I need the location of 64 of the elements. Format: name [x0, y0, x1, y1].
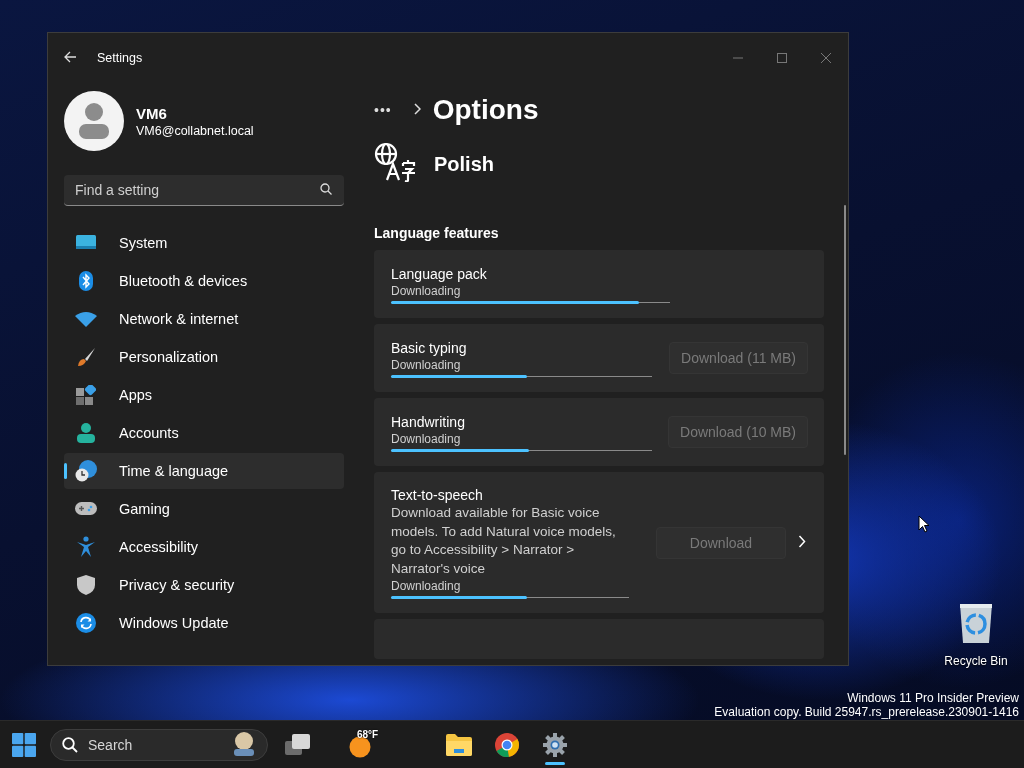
selection-indicator: [64, 463, 67, 479]
nav-item[interactable]: Accessibility: [64, 529, 344, 565]
nav-item[interactable]: System: [64, 225, 344, 261]
status-text: Downloading: [391, 282, 462, 299]
status-text: Downloading: [391, 430, 462, 447]
close-icon[interactable]: [821, 53, 831, 63]
nav-item[interactable]: Apps: [64, 377, 344, 413]
globe-clock-icon: [75, 460, 97, 482]
search-highlight-icon[interactable]: [231, 729, 257, 756]
nav-item[interactable]: Network & internet: [64, 301, 344, 337]
status-text: Downloading: [391, 578, 462, 594]
refresh-icon: [76, 613, 96, 633]
gamepad-icon: [75, 501, 97, 517]
bluetooth-icon: [79, 271, 93, 291]
feature-name: Language pack: [391, 264, 488, 283]
nav-item[interactable]: Windows Update: [64, 605, 344, 641]
folder-icon[interactable]: [446, 733, 472, 756]
nav-item[interactable]: Time & language: [64, 453, 344, 489]
feature-name: Handwriting: [391, 412, 466, 431]
wifi-icon: [75, 311, 97, 327]
accessibility-icon: [76, 536, 96, 558]
user-email: VM6@collabnet.local: [136, 122, 254, 139]
search-icon: [62, 736, 78, 753]
language-name: Polish: [434, 152, 494, 176]
scrollbar-thumb[interactable]: [844, 205, 846, 455]
status-text: Downloading: [391, 356, 462, 373]
back-arrow-icon[interactable]: [64, 51, 77, 63]
window-title: Settings: [97, 51, 143, 65]
nav-item[interactable]: Accounts: [64, 415, 344, 451]
build-info-text: Windows 11 Pro Insider Preview: [846, 691, 1019, 705]
settings-search-field[interactable]: Find a setting: [75, 182, 320, 198]
mouse-pointer-icon: [918, 515, 930, 533]
desktop-icon-label[interactable]: Recycle Bin: [944, 654, 1008, 668]
gear-icon[interactable]: [543, 732, 567, 757]
temperature-text[interactable]: 68°F: [357, 728, 379, 740]
recycle-bin-icon[interactable]: [958, 602, 994, 644]
start-icon[interactable]: [12, 732, 36, 757]
feature-description: Download available for Basic voice models. To add Natural voice models, go to Accessibility > Narrator > Narrator's voice: [391, 504, 617, 578]
more-breadcrumb[interactable]: •••: [374, 102, 392, 118]
feature-name: Text-to-speech: [391, 486, 484, 504]
chevron-right-icon: [413, 103, 421, 115]
user-name: VM6: [136, 103, 168, 123]
maximize-icon[interactable]: [777, 53, 787, 63]
feature-name: Basic typing: [391, 338, 468, 357]
monitor-icon: [76, 235, 96, 251]
person-icon: [77, 423, 95, 443]
task-view-icon[interactable]: [285, 733, 311, 756]
chevron-right-icon[interactable]: [798, 534, 806, 548]
page-title: Options: [432, 94, 539, 126]
section-heading: Language features: [374, 225, 500, 241]
nav-item[interactable]: Privacy & security: [64, 567, 344, 603]
nav-item[interactable]: Bluetooth & devices: [64, 263, 344, 299]
nav-item[interactable]: Gaming: [64, 491, 344, 527]
taskbar-search-field[interactable]: Search: [86, 735, 210, 754]
taskbar-search-box[interactable]: Search: [50, 728, 268, 761]
language-icon: [374, 142, 416, 182]
search-icon[interactable]: [320, 183, 332, 195]
avatar: [64, 91, 124, 151]
nav-item[interactable]: Personalization: [64, 339, 344, 375]
apps-icon: [76, 385, 96, 405]
build-info-text: Evaluation copy. Build 25947.rs_prerelease.230901-1416: [714, 705, 1019, 719]
browser-icon[interactable]: [495, 732, 519, 757]
shield-icon: [77, 575, 95, 595]
settings-search-box[interactable]: Find a setting: [64, 175, 344, 206]
